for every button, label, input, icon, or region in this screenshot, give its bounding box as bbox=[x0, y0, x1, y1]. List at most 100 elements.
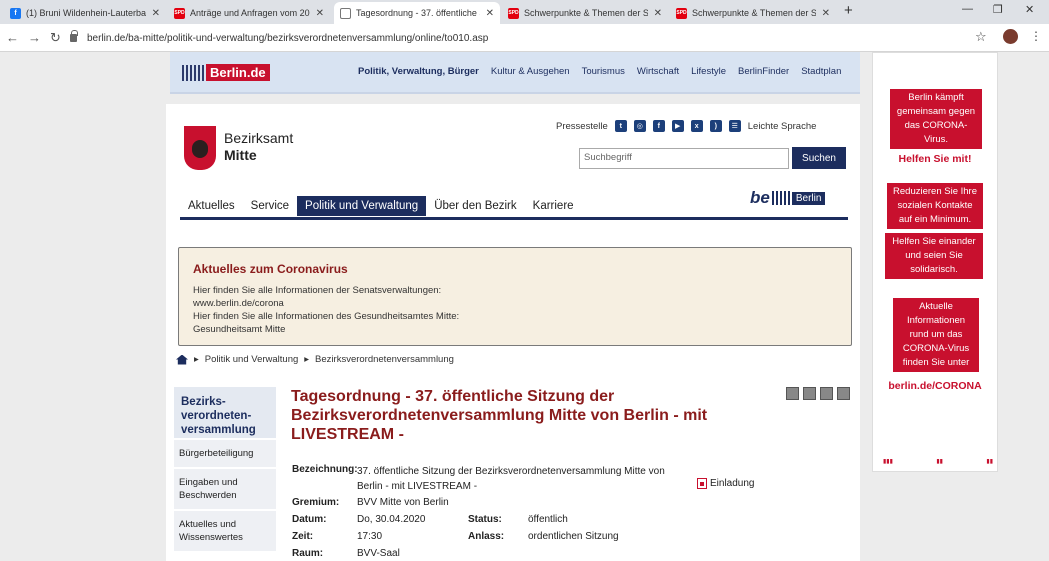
breadcrumb-item[interactable]: Politik und Verwaltung bbox=[205, 354, 298, 365]
status-value: öffentlich bbox=[528, 514, 568, 525]
browser-tab-active[interactable]: Tagesordnung - 37. öffentliche Si ✕ bbox=[334, 2, 500, 24]
topnav-berlinfinder[interactable]: BerlinFinder bbox=[738, 66, 789, 77]
banner-box-3: Helfen Sie einander und seien Sie solida… bbox=[885, 233, 983, 279]
reload-icon[interactable]: ↻ bbox=[50, 30, 61, 46]
leichte-sprache-icon[interactable]: ☰ bbox=[728, 120, 741, 132]
xing-icon[interactable]: x bbox=[690, 120, 703, 132]
leichte-sprache-link[interactable]: Leichte Sprache bbox=[748, 121, 817, 132]
browser-tab[interactable]: SPD Schwerpunkte & Themen der SPD ✕ bbox=[670, 2, 836, 24]
sidebar-item-aktuelles[interactable]: Aktuelles und Wissenswertes bbox=[174, 511, 276, 553]
label-text: Raum: bbox=[292, 548, 324, 559]
einladung-link[interactable]: Einladung bbox=[697, 478, 754, 489]
restore-icon[interactable]: ❐ bbox=[993, 3, 1003, 16]
nav-aktuelles[interactable]: Aktuelles bbox=[180, 196, 243, 216]
youtube-icon[interactable]: ▶ bbox=[671, 120, 684, 132]
instagram-icon[interactable]: ◎ bbox=[633, 120, 646, 132]
pressestelle-link[interactable]: Pressestelle bbox=[556, 121, 608, 132]
anlass-label: Anlass: bbox=[468, 531, 504, 542]
address-bar[interactable]: berlin.de/ba-mitte/politik-und-verwaltun… bbox=[70, 28, 970, 48]
search-button[interactable]: Suchen bbox=[792, 147, 846, 169]
sidebar-item-eingaben[interactable]: Eingaben und Beschwerden bbox=[174, 469, 276, 511]
sidebar-item-buergerbeteiligung[interactable]: Bürgerbeteiligung bbox=[174, 440, 276, 469]
topnav-stadtplan[interactable]: Stadtplan bbox=[801, 66, 841, 77]
browser-tab[interactable]: f (1) Bruni Wildenhein-Lauterbach ✕ bbox=[4, 2, 166, 24]
facebook-icon[interactable]: f bbox=[652, 120, 665, 132]
einladung-label: Einladung bbox=[710, 478, 755, 489]
bookmark-star-icon[interactable]: ☆ bbox=[975, 29, 987, 45]
topnav-politik[interactable]: Politik, Verwaltung, Bürger bbox=[358, 66, 479, 77]
meeting-detail: Tagesordnung - 37. öffentliche Sitzung d… bbox=[291, 387, 851, 559]
banner-box-4: Aktuelle Informationen rund um das CORON… bbox=[893, 298, 979, 372]
tab-label: Tagesordnung - 37. öffentliche Si bbox=[356, 8, 480, 18]
url-text: berlin.de/ba-mitte/politik-und-verwaltun… bbox=[87, 32, 489, 44]
corona-banner[interactable]: Berlin kämpft gemeinsam gegen das CORONA… bbox=[872, 52, 998, 472]
twitter-icon[interactable]: t bbox=[614, 120, 627, 132]
spd-icon: SPD bbox=[174, 7, 185, 19]
zeit-value: 17:30 bbox=[357, 531, 383, 542]
pdf-icon bbox=[697, 478, 707, 489]
home-icon[interactable] bbox=[176, 354, 188, 365]
spd-icon: SPD bbox=[676, 7, 687, 19]
breadcrumb-separator: ▸ bbox=[304, 354, 310, 365]
topnav-kultur[interactable]: Kultur & Ausgehen bbox=[491, 66, 570, 77]
nav-service[interactable]: Service bbox=[243, 196, 297, 216]
back-icon[interactable]: ← bbox=[6, 30, 19, 45]
corona-link-senat[interactable]: www.berlin.de/corona bbox=[193, 297, 837, 310]
nav-karriere[interactable]: Karriere bbox=[525, 196, 582, 216]
tab-label: Anträge und Anfragen vom 20.4. bbox=[190, 8, 310, 18]
tab-label: (1) Bruni Wildenhein-Lauterbach bbox=[26, 8, 146, 18]
berlin-de-logo[interactable]: Berlin.de bbox=[182, 64, 270, 81]
search-input[interactable]: Suchbegriff bbox=[579, 148, 789, 169]
topnav-tourismus[interactable]: Tourismus bbox=[582, 66, 625, 77]
forward-icon[interactable]: → bbox=[28, 30, 41, 45]
email-icon[interactable] bbox=[820, 387, 833, 400]
corona-line1: Hier finden Sie alle Informationen der S… bbox=[193, 285, 442, 296]
browser-tab[interactable]: SPD Anträge und Anfragen vom 20.4. ✕ bbox=[168, 2, 330, 24]
close-icon[interactable]: ✕ bbox=[152, 8, 160, 19]
browser-tab[interactable]: SPD Schwerpunkte & Themen der SPD ✕ bbox=[502, 2, 668, 24]
topnav-wirtschaft[interactable]: Wirtschaft bbox=[637, 66, 679, 77]
close-icon[interactable]: ✕ bbox=[486, 8, 494, 19]
bear-coat-of-arms-logo[interactable] bbox=[184, 126, 216, 170]
banner-footer-logos: ▮▮▮ ▮▮ ▮▮ bbox=[883, 458, 993, 465]
banner-box-2: Reduzieren Sie Ihre sozialen Kontakte au… bbox=[887, 183, 983, 229]
window-close-icon[interactable]: ✕ bbox=[1025, 3, 1034, 16]
tab-strip: f (1) Bruni Wildenhein-Lauterbach ✕ SPD … bbox=[0, 0, 1049, 24]
raum-value: BVV-Saal bbox=[357, 548, 400, 559]
be-berlin-logo[interactable]: be Berlin bbox=[750, 188, 826, 208]
sidebar-heading[interactable]: Bezirks-verordneten-versammlung bbox=[174, 387, 276, 440]
accessibility-icon[interactable] bbox=[786, 387, 799, 400]
label-text: Datum: bbox=[292, 514, 327, 525]
close-icon[interactable]: ✕ bbox=[822, 8, 830, 19]
corona-link-gesundheitsamt[interactable]: Gesundheitsamt Mitte bbox=[193, 323, 837, 336]
org-line2: Mitte bbox=[224, 147, 257, 163]
print-icon[interactable] bbox=[803, 387, 816, 400]
profile-avatar[interactable] bbox=[1003, 29, 1018, 44]
new-tab-icon[interactable]: + bbox=[844, 2, 853, 19]
bookmark-icon[interactable] bbox=[837, 387, 850, 400]
banner-url[interactable]: berlin.de/CORONA bbox=[881, 380, 989, 392]
nav-ueber-den-bezirk[interactable]: Über den Bezirk bbox=[426, 196, 524, 216]
label-text: Zeit: bbox=[292, 531, 314, 542]
nav-politik-und-verwaltung[interactable]: Politik und Verwaltung bbox=[297, 196, 427, 216]
datum-value: Do, 30.04.2020 bbox=[357, 514, 426, 525]
close-icon[interactable]: ✕ bbox=[654, 8, 662, 19]
page-title: Tagesordnung - 37. öffentliche Sitzung d… bbox=[291, 388, 708, 443]
logo-text: Berlin.de bbox=[206, 64, 270, 81]
rss-icon[interactable]: ) bbox=[709, 120, 722, 132]
berlin-text: Berlin bbox=[791, 191, 826, 205]
breadcrumb-item[interactable]: Bezirksverordnetenversammlung bbox=[315, 354, 454, 365]
topnav-lifestyle[interactable]: Lifestyle bbox=[691, 66, 726, 77]
close-icon[interactable]: ✕ bbox=[316, 8, 324, 19]
senate-logo-icon: ▮▮ bbox=[986, 459, 993, 465]
gremium-value: BVV Mitte von Berlin bbox=[357, 497, 449, 508]
browser-toolbar: ← → ↻ berlin.de/ba-mitte/politik-und-ver… bbox=[0, 24, 1049, 52]
datum-label: Datum: bbox=[292, 514, 326, 525]
menu-icon[interactable]: ⋮ bbox=[1030, 29, 1042, 43]
minimize-icon[interactable]: — bbox=[962, 3, 973, 15]
page-tools bbox=[786, 387, 850, 400]
brandenburg-gate-icon bbox=[182, 64, 204, 81]
org-name[interactable]: Bezirksamt Mitte bbox=[224, 130, 293, 164]
be-text: be bbox=[750, 188, 770, 207]
corona-line3: Hier finden Sie alle Informationen des G… bbox=[193, 311, 460, 322]
